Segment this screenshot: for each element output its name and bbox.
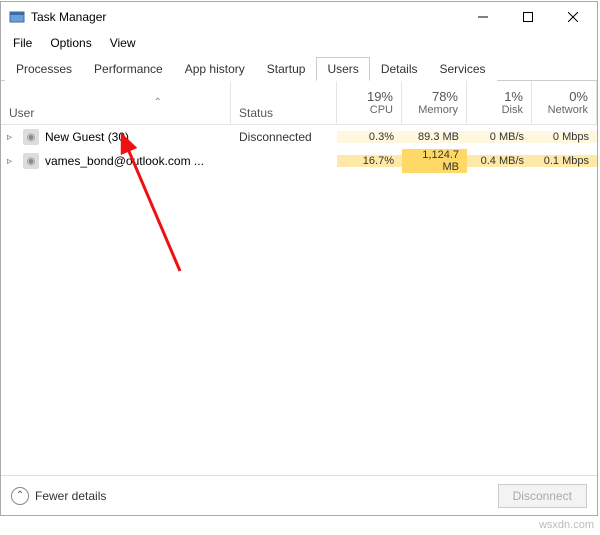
expand-icon[interactable]: ▹	[7, 156, 17, 167]
memory-label: Memory	[418, 104, 458, 116]
disk-label: Disk	[502, 104, 523, 116]
menu-view[interactable]: View	[102, 34, 144, 52]
tab-users[interactable]: Users	[316, 57, 369, 81]
user-row[interactable]: ▹ ◉ vames_bond@outlook.com ... 16.7% 1,1…	[1, 149, 597, 173]
user-name: vames_bond@outlook.com ...	[45, 154, 204, 168]
cpu-percent: 19%	[367, 89, 393, 104]
memory-cell: 89.3 MB	[402, 131, 467, 143]
app-icon	[9, 9, 25, 25]
maximize-button[interactable]	[505, 3, 550, 31]
menu-file[interactable]: File	[5, 34, 40, 52]
close-button[interactable]	[550, 3, 595, 31]
fewer-details-toggle[interactable]: ⌃ Fewer details	[11, 487, 106, 505]
memory-cell: 1,124.7 MB	[402, 149, 467, 173]
sort-indicator-icon: ⌃	[154, 97, 162, 108]
tab-app-history[interactable]: App history	[174, 57, 256, 81]
tab-startup[interactable]: Startup	[256, 57, 317, 81]
tab-details[interactable]: Details	[370, 57, 429, 81]
network-percent: 0%	[569, 89, 588, 104]
users-grid: User ⌃ Status 19% CPU 78% Memory 1% Disk…	[1, 81, 597, 475]
column-user-label: User	[9, 106, 34, 120]
minimize-button[interactable]	[460, 3, 505, 31]
user-cell: ▹ ◉ vames_bond@outlook.com ...	[1, 153, 231, 169]
menu-options[interactable]: Options	[42, 34, 99, 52]
column-memory[interactable]: 78% Memory	[402, 81, 467, 124]
network-cell: 0.1 Mbps	[532, 155, 597, 167]
cpu-label: CPU	[370, 104, 393, 116]
task-manager-window: Task Manager File Options View Processes…	[0, 1, 598, 516]
user-cell: ▹ ◉ New Guest (30)	[1, 129, 231, 145]
status-cell: Disconnected	[231, 130, 337, 144]
watermark: wsxdn.com	[539, 519, 594, 531]
column-network[interactable]: 0% Network	[532, 81, 597, 124]
fewer-details-label: Fewer details	[35, 489, 106, 503]
chevron-up-icon: ⌃	[11, 487, 29, 505]
grid-header: User ⌃ Status 19% CPU 78% Memory 1% Disk…	[1, 81, 597, 125]
column-cpu[interactable]: 19% CPU	[337, 81, 402, 124]
user-icon: ◉	[23, 129, 39, 145]
menubar: File Options View	[1, 32, 597, 56]
titlebar: Task Manager	[1, 2, 597, 32]
user-icon: ◉	[23, 153, 39, 169]
disk-cell: 0.4 MB/s	[467, 155, 532, 167]
column-disk[interactable]: 1% Disk	[467, 81, 532, 124]
cpu-cell: 16.7%	[337, 155, 402, 167]
network-cell: 0 Mbps	[532, 131, 597, 143]
network-label: Network	[548, 104, 588, 116]
cpu-cell: 0.3%	[337, 131, 402, 143]
expand-icon[interactable]: ▹	[7, 132, 17, 143]
disk-percent: 1%	[504, 89, 523, 104]
column-user[interactable]: User ⌃	[1, 81, 231, 124]
memory-percent: 78%	[432, 89, 458, 104]
user-row[interactable]: ▹ ◉ New Guest (30) Disconnected 0.3% 89.…	[1, 125, 597, 149]
tab-strip: Processes Performance App history Startu…	[1, 56, 597, 81]
column-status-label: Status	[239, 106, 273, 120]
tab-processes[interactable]: Processes	[5, 57, 83, 81]
disconnect-button[interactable]: Disconnect	[498, 484, 587, 508]
window-title: Task Manager	[31, 10, 106, 24]
user-name: New Guest (30)	[45, 130, 129, 144]
column-status[interactable]: Status	[231, 81, 337, 124]
tab-performance[interactable]: Performance	[83, 57, 174, 81]
disk-cell: 0 MB/s	[467, 131, 532, 143]
footer: ⌃ Fewer details Disconnect	[1, 475, 597, 515]
tab-services[interactable]: Services	[429, 57, 497, 81]
